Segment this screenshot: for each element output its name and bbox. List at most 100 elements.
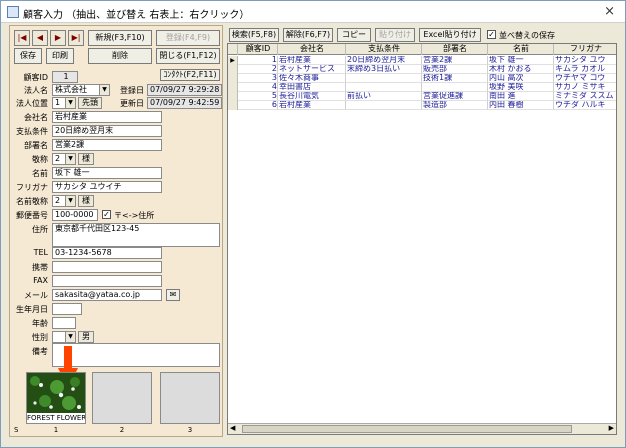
photo-thumb-2[interactable] <box>92 372 152 424</box>
table-cell[interactable]: 営業促進課 <box>422 92 488 101</box>
zip-address-checkbox[interactable]: ✓ <box>102 210 111 219</box>
search-button[interactable]: 検索(F5,F8) <box>229 28 279 42</box>
dropdown-arrow-icon[interactable]: ▼ <box>65 196 75 206</box>
mobile-field[interactable] <box>52 261 162 273</box>
table-cell[interactable]: ミナミダ ススム <box>554 92 616 101</box>
name-field[interactable]: 坂下 雄一 <box>52 167 162 179</box>
table-row[interactable]: 4 幸田書店 坂野 美咲 サカノ ミサキ <box>228 83 616 92</box>
row-selector-icon[interactable]: ▶ <box>228 56 238 65</box>
name-honorific-combo[interactable]: 2 ▼ <box>52 195 76 207</box>
table-cell[interactable]: 5 <box>238 92 278 101</box>
scroll-left-icon[interactable]: ◀ <box>230 424 235 432</box>
clear-button[interactable]: 解除(F6,F7) <box>283 28 333 42</box>
dropdown-arrow-icon[interactable]: ▼ <box>65 98 75 108</box>
address-field[interactable]: 東京都千代田区123-45 <box>52 223 220 247</box>
scroll-right-icon[interactable]: ▶ <box>609 424 614 432</box>
scrollbar-thumb[interactable] <box>242 425 572 433</box>
row-selector[interactable] <box>228 83 238 92</box>
table-cell[interactable]: サカシタ ユウ <box>554 56 616 65</box>
contact-button[interactable]: ｺﾝﾀｸﾄ(F2,F11) <box>160 69 220 81</box>
table-cell[interactable]: 営業2課 <box>422 56 488 65</box>
table-cell[interactable]: 佐々木商事 <box>278 74 346 83</box>
gender-combo[interactable]: ▼ <box>52 331 76 343</box>
table-cell[interactable]: 内田 春樹 <box>488 101 554 110</box>
table-cell[interactable] <box>346 83 422 92</box>
close-button[interactable]: 閉じる(F1,F12) <box>156 48 220 64</box>
company-field[interactable]: 岩村産業 <box>52 111 162 123</box>
print-button[interactable]: 印刷 <box>46 48 74 64</box>
register-button[interactable]: 登録(F4,F9) <box>156 30 220 46</box>
column-header-payment[interactable]: 支払条件 <box>346 44 422 55</box>
table-cell[interactable]: 幸田書店 <box>278 83 346 92</box>
corp-name-combo[interactable]: 株式会社 ▼ <box>52 84 110 96</box>
column-header-dept[interactable]: 部署名 <box>422 44 488 55</box>
table-row[interactable]: ▶ 1 岩村産業 20日締め翌月末 営業2課 坂下 雄一 サカシタ ユウ <box>228 56 616 65</box>
column-header-furigana[interactable]: フリガナ <box>554 44 616 55</box>
dropdown-arrow-icon[interactable]: ▼ <box>99 85 109 95</box>
table-row[interactable]: 5 長谷川電気 前払い 営業促進課 南田 進ミナミダ ススム <box>228 92 616 101</box>
photo-thumb-3[interactable] <box>160 372 220 424</box>
row-selector[interactable] <box>228 65 238 74</box>
row-selector[interactable] <box>228 74 238 83</box>
dropdown-arrow-icon[interactable]: ▼ <box>65 154 75 164</box>
table-cell[interactable]: 20日締め翌月末 <box>346 56 422 65</box>
table-cell[interactable]: 2 <box>238 65 278 74</box>
table-cell[interactable]: 販売部 <box>422 65 488 74</box>
honorific-combo[interactable]: 2 ▼ <box>52 153 76 165</box>
table-cell[interactable]: 南田 進 <box>488 92 554 101</box>
table-cell[interactable]: 長谷川電気 <box>278 92 346 101</box>
table-cell[interactable]: 4 <box>238 83 278 92</box>
prev-record-button[interactable]: ◀ <box>32 30 48 46</box>
table-cell[interactable]: 岩村産業 <box>278 56 346 65</box>
table-cell[interactable]: ネットサービス <box>278 65 346 74</box>
close-icon[interactable]: × <box>604 4 615 19</box>
table-cell[interactable]: ウチダ ハルキ <box>554 101 616 110</box>
horizontal-scrollbar[interactable]: ◀ ▶ <box>228 423 616 434</box>
age-field[interactable] <box>52 317 76 329</box>
row-selector[interactable] <box>228 101 238 110</box>
column-header-id[interactable]: 顧客ID <box>238 44 278 55</box>
mail-field[interactable]: sakasita@yataa.co.jp <box>52 289 162 301</box>
dept-field[interactable]: 営業2課 <box>52 139 162 151</box>
payment-field[interactable]: 20日締め翌月末 <box>52 125 162 137</box>
paste-button[interactable]: 貼り付け <box>375 28 415 42</box>
excel-paste-button[interactable]: Excel貼り付け <box>419 28 481 42</box>
copy-button[interactable]: コピー <box>337 28 371 42</box>
corp-pos-combo[interactable]: 1 ▼ <box>52 97 76 109</box>
table-cell[interactable]: 岩村産業 <box>278 101 346 110</box>
table-cell[interactable] <box>422 83 488 92</box>
table-cell[interactable]: サカノ ミサキ <box>554 83 616 92</box>
column-header-name[interactable]: 名前 <box>488 44 554 55</box>
table-cell[interactable]: 坂下 雄一 <box>488 56 554 65</box>
mail-send-button[interactable]: ✉ <box>166 289 180 301</box>
table-cell[interactable]: 6 <box>238 101 278 110</box>
table-cell[interactable] <box>346 101 422 110</box>
fax-field[interactable] <box>52 275 162 287</box>
table-cell[interactable]: 末締め3日払い <box>346 65 422 74</box>
last-record-button[interactable]: ▶| <box>68 30 84 46</box>
keep-sort-checkbox[interactable]: ✓ <box>487 30 496 39</box>
delete-button[interactable]: 削除 <box>88 48 152 64</box>
table-cell[interactable] <box>346 74 422 83</box>
next-record-button[interactable]: ▶ <box>50 30 66 46</box>
photo-thumb-1[interactable]: FOREST FLOWER <box>26 372 86 424</box>
zip-field[interactable]: 100-0000 <box>52 209 98 221</box>
save-button[interactable]: 保存 <box>14 48 42 64</box>
birth-field[interactable] <box>52 303 82 315</box>
table-row[interactable]: 2 ネットサービス 末締め3日払い 販売部 木村 かおる キムラ カオル <box>228 65 616 74</box>
table-cell[interactable]: 3 <box>238 74 278 83</box>
table-cell[interactable]: 内山 高次 <box>488 74 554 83</box>
table-cell[interactable]: 坂野 美咲 <box>488 83 554 92</box>
table-cell[interactable]: キムラ カオル <box>554 65 616 74</box>
tel-field[interactable]: 03-1234-5678 <box>52 247 162 259</box>
table-row[interactable]: 3 佐々木商事 技術1課 内山 高次 ウチヤマ コウ <box>228 74 616 83</box>
table-cell[interactable]: 前払い <box>346 92 422 101</box>
table-cell[interactable]: 製造部 <box>422 101 488 110</box>
table-cell[interactable]: ウチヤマ コウ <box>554 74 616 83</box>
table-row[interactable]: 6 岩村産業 製造部 内田 春樹 ウチダ ハルキ <box>228 101 616 110</box>
new-button[interactable]: 新規(F3,F10) <box>88 30 152 46</box>
dropdown-arrow-icon[interactable]: ▼ <box>65 332 75 342</box>
table-cell[interactable]: 1 <box>238 56 278 65</box>
row-selector[interactable] <box>228 92 238 101</box>
column-header-company[interactable]: 会社名 <box>278 44 346 55</box>
